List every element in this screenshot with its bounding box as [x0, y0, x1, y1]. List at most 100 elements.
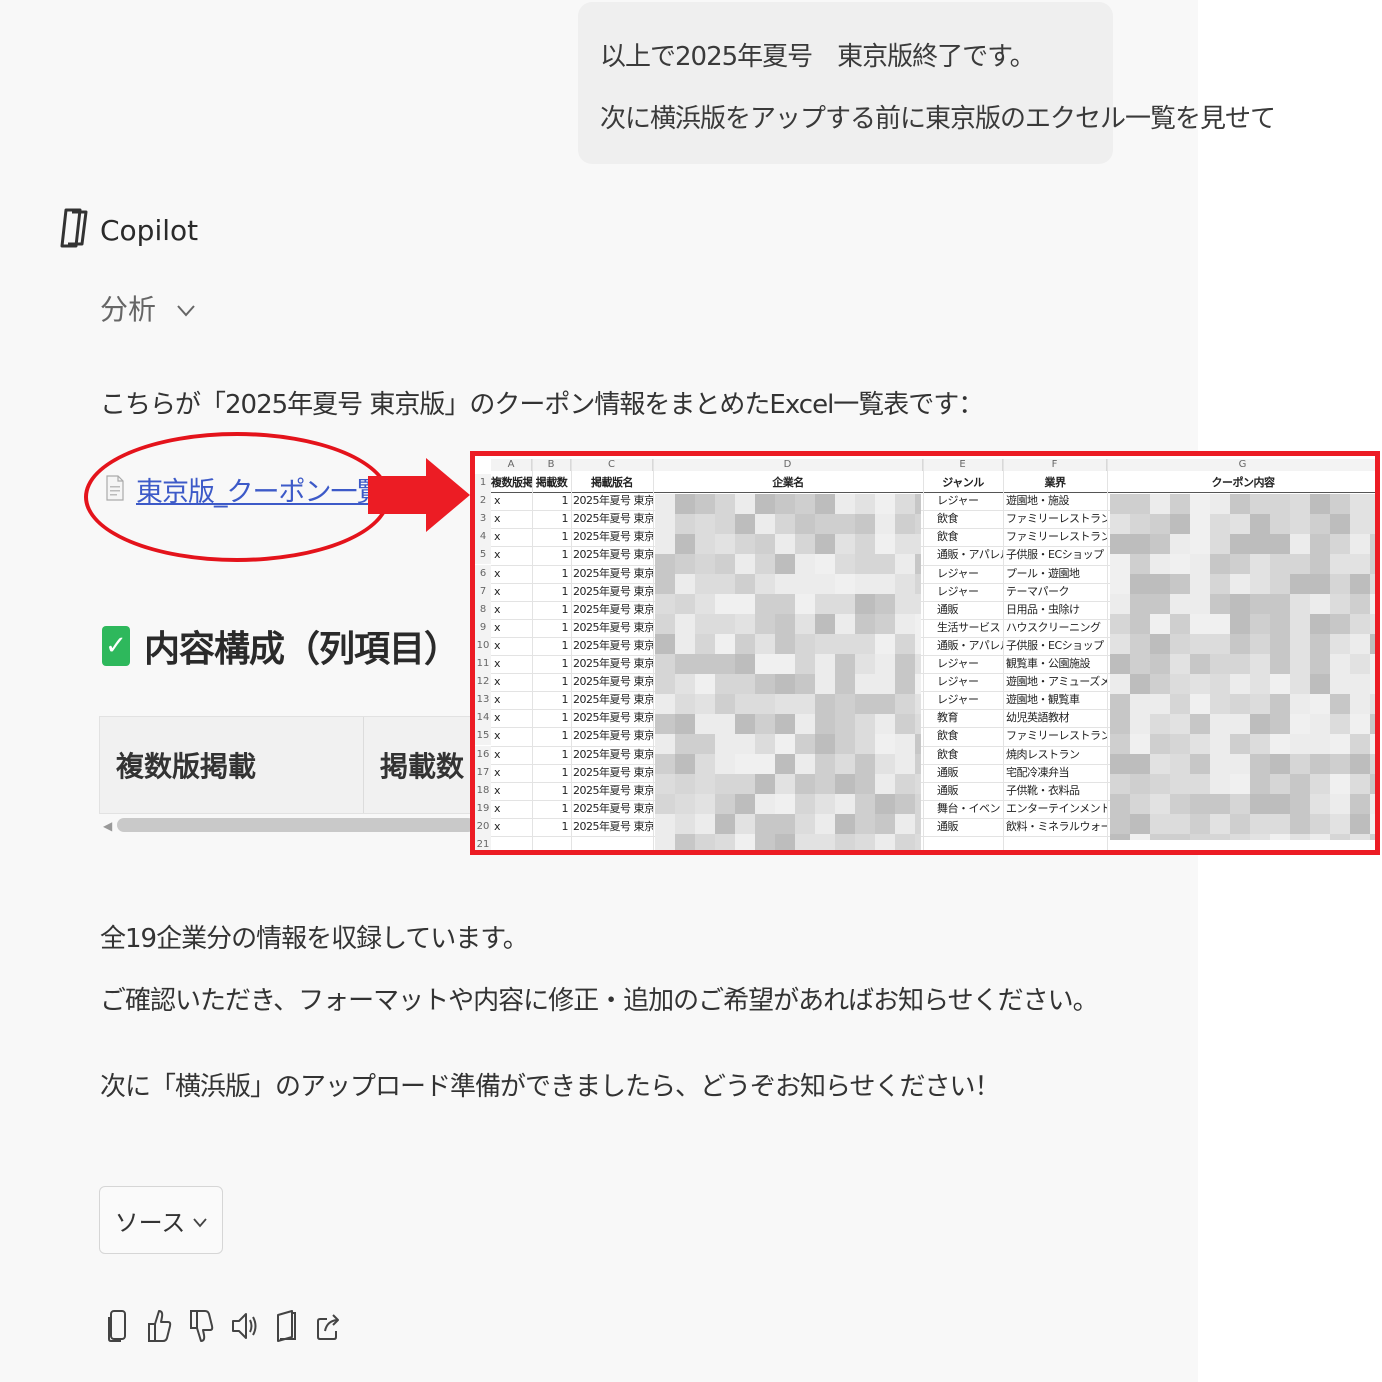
excel-row-number: 7 [475, 582, 491, 601]
redacted-block [915, 554, 921, 575]
redacted-block [1110, 574, 1130, 595]
excel-cell: 2025年夏号 東京版 [573, 765, 653, 779]
redacted-block [795, 634, 815, 655]
redacted-block [835, 494, 855, 515]
redacted-block [695, 574, 715, 595]
redacted-block [715, 774, 735, 795]
redacted-block [835, 634, 855, 655]
excel-cell: 1 [561, 765, 569, 779]
redacted-block [1310, 614, 1330, 635]
redacted-block [835, 514, 855, 535]
redacted-block [1230, 814, 1250, 835]
redacted-block [1210, 674, 1230, 695]
excel-cell: 通販 [937, 819, 959, 833]
redacted-block [875, 714, 895, 735]
thumbs-down-icon[interactable] [188, 1306, 216, 1346]
redacted-block [1350, 534, 1370, 555]
excel-cell: 2025年夏号 東京版 [573, 530, 653, 544]
redacted-block [1310, 574, 1330, 595]
redacted-block [735, 534, 755, 555]
redacted-block [1130, 814, 1150, 835]
redacted-block [1350, 694, 1370, 715]
redacted-block [1330, 614, 1350, 635]
redacted-block [695, 594, 715, 615]
redacted-block [1370, 654, 1375, 675]
excel-cell: 飲食 [937, 530, 959, 544]
redacted-block [835, 734, 855, 755]
page-icon[interactable] [272, 1306, 300, 1346]
redacted-block [1190, 734, 1210, 755]
redacted-block [855, 774, 875, 795]
redacted-block [1190, 794, 1210, 815]
excel-cell: 生活サービス [937, 620, 1001, 634]
redacted-block [1110, 794, 1130, 815]
excel-cell: x [494, 602, 501, 616]
redacted-block [735, 754, 755, 775]
excel-row-number: 10 [475, 636, 491, 655]
redacted-block [1330, 534, 1350, 555]
redacted-block [1330, 494, 1350, 515]
redacted-block [835, 654, 855, 675]
redacted-block [815, 594, 835, 615]
speaker-icon[interactable] [230, 1306, 258, 1346]
redacted-block [1310, 694, 1330, 715]
redacted-block [855, 594, 875, 615]
copy-icon[interactable] [104, 1306, 132, 1346]
redacted-block [815, 654, 835, 675]
redacted-block [1310, 794, 1330, 815]
redacted-block [675, 674, 695, 695]
excel-cell: レジャー [937, 494, 979, 508]
table-header-cell: 複数版掲載 [100, 717, 364, 813]
redacted-block [775, 814, 795, 835]
redacted-block [675, 734, 695, 755]
redacted-block [1170, 714, 1190, 735]
redacted-block [1230, 654, 1250, 675]
redacted-block [1270, 654, 1290, 675]
redacted-block [675, 554, 695, 575]
scrollbar-thumb[interactable] [117, 818, 475, 832]
redacted-block [1250, 494, 1270, 515]
redacted-block [875, 494, 895, 515]
excel-column-line [923, 459, 924, 850]
redacted-block [1330, 794, 1350, 815]
redacted-block [1130, 534, 1150, 555]
excel-cell: 通販 [937, 765, 959, 779]
redacted-block [835, 714, 855, 735]
redacted-block [1250, 594, 1270, 615]
redacted-block [815, 534, 835, 555]
redacted-block [655, 614, 675, 635]
excel-row-number: 4 [475, 528, 491, 547]
redacted-block [1150, 574, 1170, 595]
redacted-block [795, 594, 815, 615]
sources-button[interactable]: ソース [99, 1186, 223, 1254]
redacted-block [915, 654, 921, 675]
redacted-block [835, 694, 855, 715]
scroll-left-icon[interactable]: ◀ [103, 819, 112, 833]
redacted-block [1270, 674, 1290, 695]
redacted-block [875, 834, 895, 850]
analysis-toggle[interactable]: 分析 [100, 288, 196, 328]
excel-cell: 通販 [937, 602, 959, 616]
redacted-block [835, 534, 855, 555]
share-icon[interactable] [314, 1306, 342, 1346]
redacted-block [915, 734, 921, 755]
redacted-block [1350, 834, 1370, 840]
redacted-block [1130, 754, 1150, 775]
redacted-block [795, 554, 815, 575]
redacted-block [755, 814, 775, 835]
redacted-block [755, 594, 775, 615]
redacted-block [915, 814, 921, 835]
redacted-block [1310, 634, 1330, 655]
redacted-block [1130, 694, 1150, 715]
redacted-block [1310, 774, 1330, 795]
thumbs-up-icon[interactable] [146, 1306, 174, 1346]
redacted-block [695, 514, 715, 535]
redacted-block [1210, 574, 1230, 595]
excel-cell: 1 [561, 693, 569, 707]
redacted-block [1370, 554, 1375, 575]
redacted-block [715, 714, 735, 735]
redacted-block [695, 834, 715, 850]
horizontal-scrollbar[interactable]: ◀ [103, 818, 475, 833]
redacted-block [1190, 774, 1210, 795]
excel-cell: x [494, 711, 501, 725]
